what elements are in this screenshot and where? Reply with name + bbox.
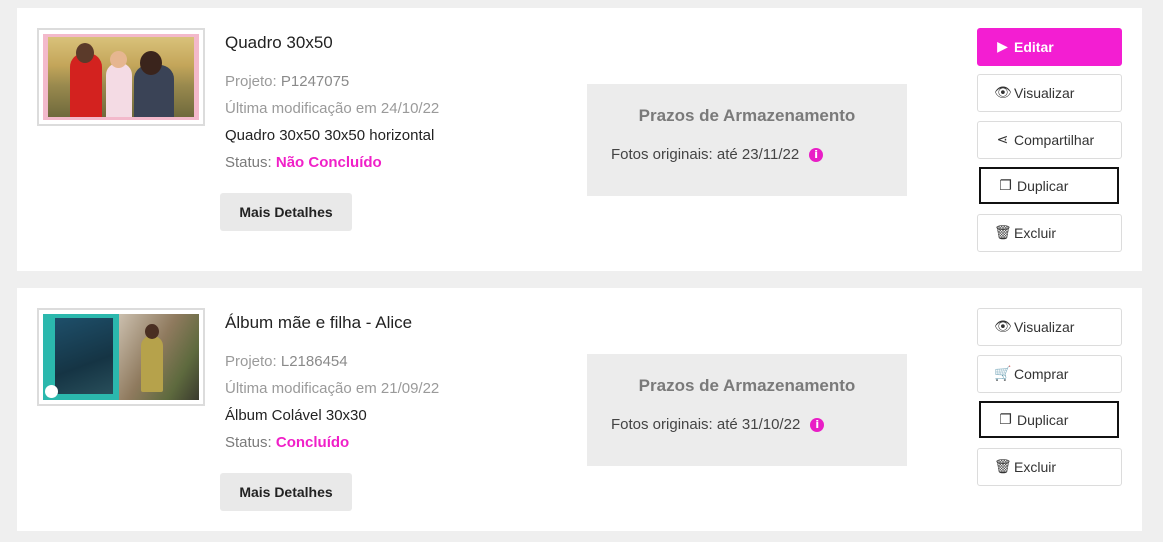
- delete-button[interactable]: 🗑 Excluir: [977, 214, 1122, 252]
- status-label: Status:: [225, 154, 272, 171]
- view-label: Visualizar: [1014, 85, 1075, 101]
- original-photos-deadline: Fotos originais: até 23/11/22: [611, 146, 800, 163]
- edit-button[interactable]: ▶ Editar: [977, 28, 1122, 66]
- product-name: Quadro 30x50 30x50 horizontal: [225, 127, 435, 144]
- project-label: Projeto:: [225, 353, 277, 370]
- info-icon[interactable]: i: [810, 417, 825, 432]
- duplicate-button[interactable]: ❐ Duplicar: [979, 401, 1119, 438]
- storage-deadlines-panel: Prazos de Armazenamento Fotos originais:…: [587, 84, 907, 196]
- delete-label: Excluir: [1014, 225, 1057, 241]
- last-modified: Última modificação em 24/10/22: [225, 100, 440, 117]
- project-title: Álbum mãe e filha - Alice: [225, 313, 413, 332]
- project-code: P1247075: [280, 73, 350, 90]
- storage-title: Prazos de Armazenamento: [638, 376, 856, 395]
- project-thumbnail[interactable]: [37, 28, 205, 126]
- storage-title: Prazos de Armazenamento: [638, 106, 856, 125]
- copy-icon: ❐: [999, 177, 1012, 194]
- duplicate-label: Duplicar: [1017, 411, 1069, 428]
- original-photos-deadline: Fotos originais: até 31/10/22: [611, 416, 801, 433]
- status-badge: Concluído: [275, 434, 350, 451]
- eye-icon: 👁: [994, 319, 1012, 335]
- storage-deadlines-panel: Prazos de Armazenamento Fotos originais:…: [587, 354, 907, 466]
- cart-icon: 🛒: [994, 366, 1012, 382]
- status-badge: Não Concluído: [275, 154, 382, 171]
- delete-button[interactable]: 🗑 Excluir: [977, 448, 1122, 486]
- delete-label: Excluir: [1014, 459, 1057, 475]
- copy-icon: ❐: [999, 411, 1012, 428]
- view-button[interactable]: 👁 Visualizar: [977, 74, 1122, 112]
- trash-icon: 🗑: [994, 225, 1012, 241]
- edit-label: Editar: [1014, 39, 1054, 55]
- more-details-button[interactable]: Mais Detalhes: [220, 473, 352, 511]
- play-circle-icon: ▶: [997, 39, 1008, 55]
- last-modified: Última modificação em 21/09/22: [225, 380, 440, 397]
- trash-icon: 🗑: [994, 459, 1012, 475]
- buy-label: Comprar: [1014, 366, 1069, 382]
- status-label: Status:: [225, 434, 272, 451]
- share-icon: ⋖: [996, 132, 1009, 148]
- share-button[interactable]: ⋖ Compartilhar: [977, 121, 1122, 159]
- share-label: Compartilhar: [1014, 132, 1095, 148]
- project-thumbnail[interactable]: [37, 308, 205, 406]
- family-photo: [48, 37, 194, 117]
- view-label: Visualizar: [1014, 319, 1075, 335]
- info-icon[interactable]: i: [809, 147, 824, 162]
- project-card: Álbum mãe e filha - Alice Projeto: L2186…: [17, 288, 1142, 531]
- more-details-button[interactable]: Mais Detalhes: [220, 193, 352, 231]
- eye-icon: 👁: [994, 85, 1012, 101]
- duplicate-button[interactable]: ❐ Duplicar: [979, 167, 1119, 204]
- project-label: Projeto:: [225, 73, 277, 90]
- buy-button[interactable]: 🛒 Comprar: [977, 355, 1122, 393]
- duplicate-label: Duplicar: [1017, 177, 1069, 194]
- view-button[interactable]: 👁 Visualizar: [977, 308, 1122, 346]
- project-title: Quadro 30x50: [225, 33, 333, 52]
- product-name: Álbum Colável 30x30: [225, 407, 367, 424]
- album-cover: [43, 314, 199, 400]
- project-code: L2186454: [280, 353, 348, 370]
- project-card: Quadro 30x50 Projeto: P1247075 Última mo…: [17, 8, 1142, 271]
